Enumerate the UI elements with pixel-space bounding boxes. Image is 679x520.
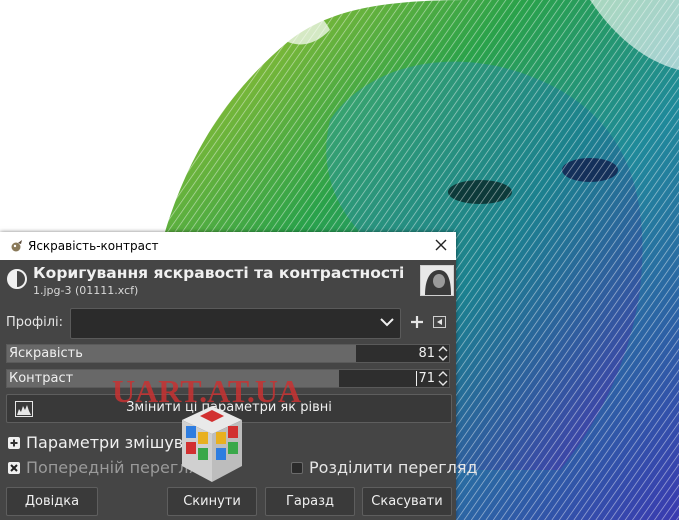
image-name: 1.jpg-3 (01111.xcf) — [33, 284, 139, 297]
dialog-header: Коригування яскравості та контрастності … — [0, 260, 456, 300]
blending-options-label: Параметри змішування — [26, 433, 224, 452]
checkbox-checked-icon — [8, 461, 20, 474]
split-view-label: Розділити перегляд — [309, 458, 478, 477]
cancel-button[interactable]: Скасувати — [362, 487, 452, 516]
contrast-value[interactable]: 71 — [416, 371, 435, 386]
contrast-spinscale[interactable]: Контраст 71 — [6, 369, 450, 388]
brightness-label: Яскравість — [9, 346, 83, 361]
brightness-value[interactable]: 81 — [418, 346, 435, 361]
edit-as-levels-button[interactable]: Змінити ці параметри як рівні — [6, 394, 452, 423]
dialog-heading: Коригування яскравості та контрастності — [33, 264, 405, 282]
close-icon[interactable] — [434, 238, 448, 252]
profiles-combobox[interactable] — [70, 308, 401, 339]
checkbox-unchecked-icon — [291, 461, 303, 474]
expander-plus-icon — [8, 436, 20, 449]
preview-checkbox[interactable]: Попередній перегляд — [8, 458, 209, 477]
ok-button[interactable]: Гаразд — [265, 487, 355, 516]
contrast-stepper-icon[interactable] — [438, 370, 448, 387]
brightness-contrast-icon — [7, 269, 27, 289]
gimp-app-icon — [11, 240, 22, 252]
window-titlebar[interactable]: Яскравість-контраст — [0, 232, 456, 260]
chevron-down-icon — [380, 318, 394, 327]
window-title: Яскравість-контраст — [28, 239, 159, 253]
help-button[interactable]: Довідка — [6, 487, 98, 516]
profiles-row: Профілі: — [0, 306, 456, 340]
brightness-stepper-icon[interactable] — [438, 345, 448, 362]
preview-label: Попередній перегляд — [26, 458, 210, 477]
split-view-checkbox[interactable]: Розділити перегляд — [291, 458, 478, 477]
profiles-label: Профілі: — [6, 315, 64, 330]
reset-button[interactable]: Скинути — [167, 487, 257, 516]
brightness-spinscale[interactable]: Яскравість 81 — [6, 344, 450, 363]
preset-menu-icon[interactable] — [433, 316, 446, 328]
blending-options-expander[interactable]: Параметри змішування — [8, 433, 224, 452]
contrast-label: Контраст — [9, 371, 74, 386]
image-thumbnail — [420, 265, 454, 296]
add-preset-icon[interactable] — [410, 315, 424, 329]
edit-as-levels-label: Змінити ці параметри як рівні — [126, 400, 332, 415]
thumbnail-portrait-icon — [421, 266, 453, 295]
